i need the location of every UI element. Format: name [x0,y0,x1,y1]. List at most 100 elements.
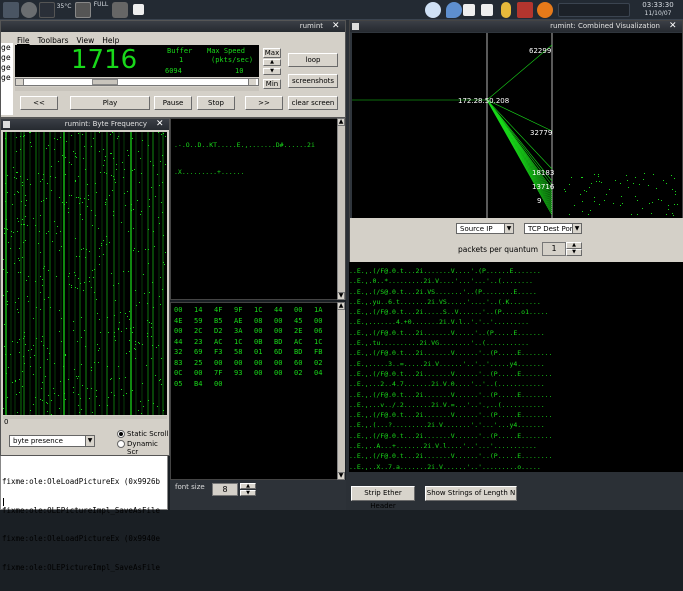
byte-presence-dot [7,304,8,305]
byte-presence-dot [152,345,153,346]
network-icon[interactable] [425,2,441,18]
scroll-up-arrow[interactable]: ▲ [337,118,345,126]
fast-forward-button[interactable]: >> [245,96,283,110]
byte-presence-dot [81,337,82,338]
scatter-dot [672,213,673,214]
scatter-dot [620,183,621,184]
byte-presence-dot [141,413,142,414]
byte-presence-dot [69,195,70,196]
byte-presence-dot [84,282,85,283]
firefox-icon[interactable] [537,2,553,18]
strip-ether-header-button[interactable]: Strip Ether Header [351,486,415,510]
close-icon[interactable]: ✕ [669,21,679,32]
play-button[interactable]: Play [70,96,150,110]
speed-up-arrow[interactable]: ▲ [263,59,281,66]
mode-select[interactable]: byte presence ▼ [9,435,95,447]
radio-static-scroll[interactable] [117,430,125,438]
window-menu-icon[interactable] [352,23,359,30]
font-size-down-arrow[interactable]: ▼ [240,490,256,496]
port-label-9: 9 [537,197,541,205]
screenshots-button[interactable]: screenshots [288,74,338,88]
max-button[interactable]: Max [263,48,281,58]
scroll-down-arrow[interactable]: ▼ [337,292,345,300]
camera-icon[interactable] [112,2,128,18]
speed-down-arrow[interactable]: ▼ [263,68,281,75]
console-peek: ge ge ge ge [1,43,13,115]
chevron-down-icon[interactable]: ▼ [572,224,581,233]
show-strings-button[interactable]: Show Strings of Length N [425,486,517,501]
window-icon[interactable] [463,4,475,16]
drop-icon[interactable] [446,2,462,18]
axis-left-value: Source IP [460,225,493,233]
plot-scrollbar[interactable] [3,416,167,419]
byte-presence-dot [19,248,20,249]
clear-screen-button[interactable]: clear screen [288,96,338,110]
byte-presence-dot [17,218,18,219]
byte-presence-dot [33,404,34,405]
byte-presence-dot [23,356,24,357]
console-peek-line: ge [1,73,11,82]
byte-presence-dot [87,388,88,389]
radio-dynamic-scroll[interactable] [117,440,125,448]
byte-presence-dot [114,395,115,396]
ascii-scrollbar[interactable]: ▲ ▼ [337,118,345,300]
byte-presence-dot [91,287,92,288]
scatter-dot [615,180,616,181]
user-icon[interactable] [501,2,511,18]
quantum-down-arrow[interactable]: ▼ [566,249,582,256]
rewind-button[interactable]: << [20,96,58,110]
font-size-input[interactable]: 8 [212,483,238,496]
hex-byte: 7F [214,369,223,377]
scatter-dot [589,187,590,188]
axis-right-select[interactable]: TCP Dest Port ▼ [524,223,582,234]
byte-presence-dot [92,412,93,413]
axis-left-select[interactable]: Source IP ▼ [456,223,514,234]
close-icon[interactable]: ✕ [332,21,342,32]
byte-presence-dot [109,195,110,196]
byte-presence-dot [16,151,17,152]
byte-presence-dot [42,179,43,180]
byte-presence-dot [107,317,108,318]
hex-byte: 02 [294,369,303,377]
stop-button[interactable]: Stop [197,96,235,110]
byte-presence-dot [148,145,149,146]
byte-presence-dot [38,243,39,244]
window-menu-icon[interactable] [3,121,10,128]
scatter-dot [674,178,675,179]
chevron-down-icon[interactable]: ▼ [504,224,513,233]
packets-per-quantum-input[interactable]: 1 [542,242,566,256]
position-slider[interactable] [15,78,259,86]
menu-view[interactable]: View [76,36,94,45]
byte-presence-dot [40,309,41,310]
chevron-down-icon[interactable]: ▼ [85,436,94,446]
scroll-down-arrow[interactable]: ▼ [337,472,345,480]
slider-right-arrow[interactable] [248,79,256,85]
slider-left-arrow[interactable] [16,79,24,85]
slider-thumb[interactable] [92,79,118,85]
scatter-dot [590,210,591,211]
font-size-up-arrow[interactable]: ▲ [240,483,256,489]
disc-icon[interactable] [21,2,37,18]
taskbar-window-button[interactable] [558,3,630,17]
byte-presence-dot [50,176,51,177]
app-menu-icon[interactable] [3,2,19,18]
byte-presence-dot [22,257,23,258]
scatter-dot [663,180,664,181]
hex-scrollbar[interactable]: ▲ ▼ [337,302,345,480]
byte-presence-dot [62,155,63,156]
close-icon[interactable]: ✕ [156,119,166,130]
menu-toolbars[interactable]: Toolbars [38,36,69,45]
blank-icon[interactable] [133,4,144,15]
pause-button[interactable]: Pause [154,96,192,110]
loop-button[interactable]: loop [288,53,338,67]
scroll-up-arrow[interactable]: ▲ [337,302,345,310]
window-icon-2[interactable] [481,4,493,16]
menu-file[interactable]: File [17,36,30,45]
hex-byte: FB [314,348,323,356]
min-button[interactable]: Min [263,79,281,89]
byte-presence-dot [51,414,52,415]
tools-icon[interactable] [517,2,533,18]
menu-help[interactable]: Help [102,36,119,45]
quantum-up-arrow[interactable]: ▲ [566,242,582,249]
scatter-dot [635,196,636,197]
